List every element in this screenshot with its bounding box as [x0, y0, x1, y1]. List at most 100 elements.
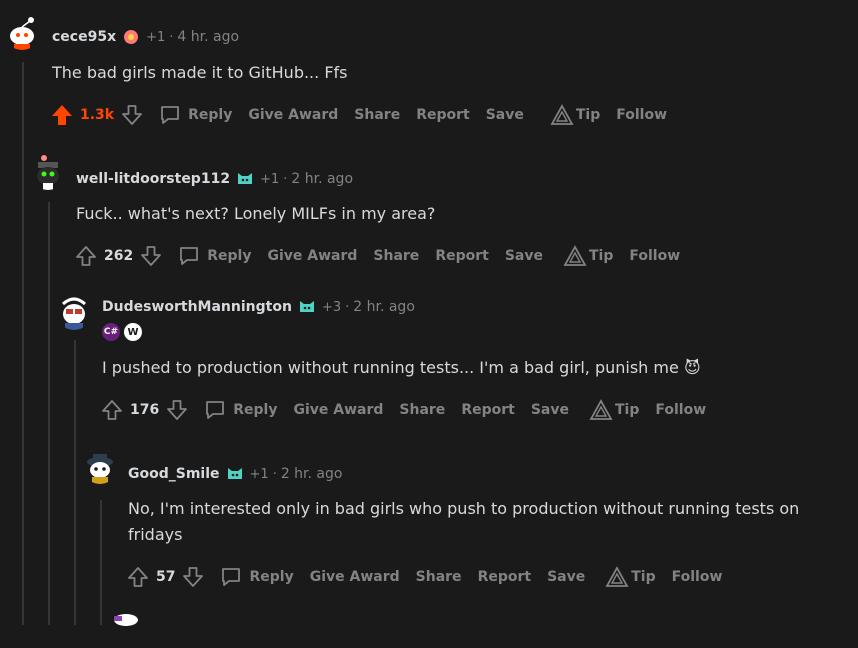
reply-button[interactable]: Reply [158, 103, 232, 127]
comment-bubble-icon [180, 247, 199, 265]
upvote-icon[interactable] [100, 398, 124, 422]
timestamp[interactable]: 2 hr. ago [291, 171, 353, 187]
separator-dot: · [272, 466, 277, 482]
upvote-icon[interactable] [50, 103, 74, 127]
comment-text-line: No, I'm interested only in bad girls who… [128, 499, 800, 518]
reply-button[interactable]: Reply [177, 244, 251, 268]
comment-actions: 176 Reply Give Award Share Report Save T… [100, 398, 706, 422]
save-button[interactable]: Save [547, 569, 585, 585]
downvote-icon[interactable] [181, 565, 205, 589]
csharp-badge-icon: C# [102, 323, 120, 341]
tip-button[interactable]: Tip [563, 244, 613, 268]
timestamp[interactable]: 2 hr. ago [353, 299, 415, 315]
share-button[interactable]: Share [399, 402, 445, 418]
tip-label: Tip [588, 248, 614, 264]
avatar[interactable] [56, 294, 92, 330]
save-button[interactable]: Save [505, 248, 543, 264]
share-button[interactable]: Share [416, 569, 462, 585]
give-award-button[interactable]: Give Award [310, 569, 400, 585]
comment-meta: cece95x +1 · 4 hr. ago [52, 28, 239, 46]
avatar[interactable] [4, 14, 40, 50]
report-button[interactable]: Report [478, 569, 532, 585]
triangle-tip-icon [550, 104, 574, 125]
vote-score: 57 [156, 569, 176, 585]
reply-label: Reply [233, 402, 278, 418]
vote-score: 262 [104, 248, 134, 264]
report-button[interactable]: Report [416, 107, 470, 123]
downvote-icon[interactable] [120, 103, 144, 127]
comment-text: I pushed to production without running t… [102, 358, 679, 377]
follow-button[interactable]: Follow [616, 107, 667, 123]
follow-button[interactable]: Follow [672, 569, 723, 585]
give-award-button[interactable]: Give Award [293, 402, 383, 418]
timestamp[interactable]: 4 hr. ago [177, 29, 239, 45]
username[interactable]: well-litdoorstep112 [76, 171, 230, 187]
report-button[interactable]: Report [435, 248, 489, 264]
tip-button[interactable]: Tip [550, 103, 600, 127]
comment-meta: Good_Smile +1 · 2 hr. ago [128, 465, 342, 483]
comment-body: The bad girls made it to GitHub... Ffs [52, 63, 348, 82]
timestamp[interactable]: 2 hr. ago [281, 466, 343, 482]
username[interactable]: Good_Smile [128, 466, 220, 482]
triangle-tip-icon [563, 245, 587, 266]
give-award-button[interactable]: Give Award [267, 248, 357, 264]
comment-bubble-icon [206, 401, 225, 419]
vote-score: 176 [130, 402, 160, 418]
tip-label: Tip [575, 107, 601, 123]
reply-label: Reply [249, 569, 294, 585]
tip-button[interactable]: Tip [605, 565, 656, 589]
username[interactable]: DudesworthMannington [102, 299, 292, 315]
separator-dot: · [169, 29, 174, 45]
comment-bubble-icon [222, 568, 241, 586]
follow-button[interactable]: Follow [629, 248, 680, 264]
comment-text-line: fridays [128, 525, 183, 544]
thread-line-3[interactable] [74, 340, 76, 625]
vote-score: 1.3k [80, 107, 115, 123]
comment-actions: 1.3k Reply Give Award Share Report Save … [50, 103, 667, 127]
avatar[interactable] [82, 448, 118, 484]
avatar[interactable] [30, 154, 66, 190]
follow-button[interactable]: Follow [655, 402, 706, 418]
separator-dot: · [283, 171, 288, 187]
karma-count: +1 [249, 466, 269, 482]
comment-actions: 262 Reply Give Award Share Report Save T… [74, 244, 680, 268]
flair-cat-icon [298, 298, 316, 316]
thread-line-1[interactable] [22, 62, 24, 625]
tip-label: Tip [614, 402, 640, 418]
w-badge-icon: W [124, 323, 142, 341]
reply-button[interactable]: Reply [219, 565, 294, 589]
comment-body: No, I'm interested only in bad girls who… [128, 496, 838, 548]
devil-emoji: 😈 [683, 358, 701, 377]
tip-button[interactable]: Tip [589, 398, 639, 422]
give-award-button[interactable]: Give Award [248, 107, 338, 123]
downvote-icon[interactable] [165, 398, 189, 422]
username[interactable]: cece95x [52, 29, 116, 45]
reply-button[interactable]: Reply [203, 398, 277, 422]
comment-body: I pushed to production without running t… [102, 355, 701, 381]
save-button[interactable]: Save [486, 107, 524, 123]
report-button[interactable]: Report [461, 402, 515, 418]
tip-label: Tip [631, 569, 656, 585]
reply-label: Reply [188, 107, 233, 123]
comment-meta: well-litdoorstep112 +1 · 2 hr. ago [76, 170, 353, 188]
comment-actions: 57 Reply Give Award Share Report Save Ti… [126, 565, 722, 589]
comment-body: Fuck.. what's next? Lonely MILFs in my a… [76, 204, 436, 223]
upvote-icon[interactable] [126, 565, 150, 589]
downvote-icon[interactable] [139, 244, 163, 268]
avatar[interactable] [108, 612, 144, 648]
thread-line-2[interactable] [48, 202, 50, 625]
flair-flower-icon [122, 28, 140, 46]
comment-bubble-icon [161, 106, 180, 124]
flair-cat-icon [236, 170, 254, 188]
karma-count: +1 [260, 171, 280, 187]
triangle-tip-icon [605, 566, 629, 587]
user-flair-badges: C# W [102, 323, 146, 341]
share-button[interactable]: Share [373, 248, 419, 264]
upvote-icon[interactable] [74, 244, 98, 268]
karma-count: +1 [146, 29, 166, 45]
save-button[interactable]: Save [531, 402, 569, 418]
share-button[interactable]: Share [354, 107, 400, 123]
separator-dot: · [345, 299, 350, 315]
thread-line-4[interactable] [100, 500, 102, 625]
reply-label: Reply [207, 248, 252, 264]
